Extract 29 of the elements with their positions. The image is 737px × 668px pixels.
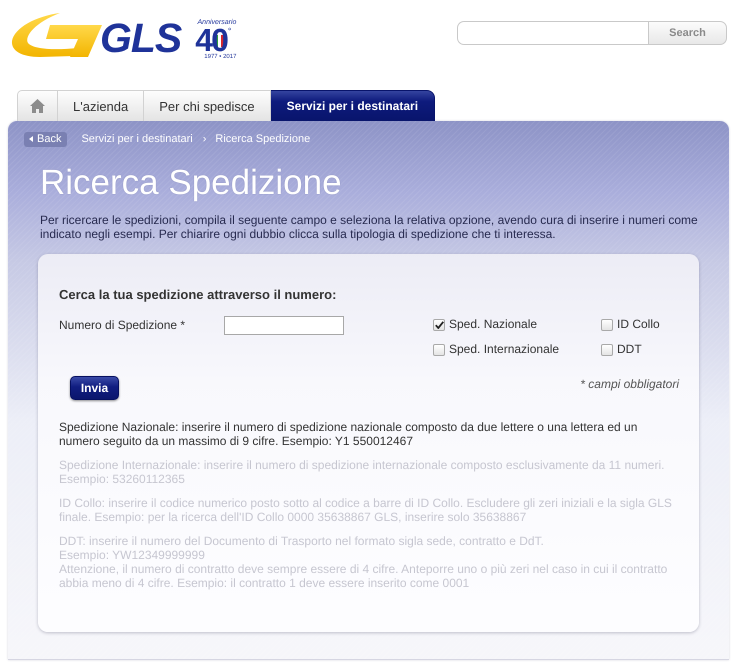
option-label[interactable]: ID Collo bbox=[617, 316, 660, 333]
required-note: * campi obbligatori bbox=[580, 377, 679, 391]
checkbox[interactable] bbox=[601, 318, 613, 330]
shipment-number-field[interactable] bbox=[224, 316, 344, 335]
option-label[interactable]: Sped. Internazionale bbox=[449, 341, 560, 358]
back-caret-icon bbox=[29, 136, 33, 142]
nav-tab[interactable]: L'azienda bbox=[58, 90, 144, 121]
anniversary-degree: ° bbox=[228, 27, 232, 36]
search-field[interactable] bbox=[457, 21, 648, 45]
option-label[interactable]: DDT bbox=[617, 341, 642, 358]
nav-tab[interactable]: Servizi per i destinatari bbox=[270, 90, 436, 121]
intro-text: Per ricercare le spedizioni, compila il seguente campo e seleziona la relativa opzione, avendo cura di inserire i numeri come indicato negli esempi. Per chiarire ogni dubbio clicca sulla tipologia di spedizione che ti interessa. bbox=[40, 213, 699, 241]
home-tab[interactable] bbox=[17, 90, 58, 121]
home-icon bbox=[30, 99, 45, 113]
anniversary-number: 40 bbox=[195, 27, 227, 54]
option-label[interactable]: Sped. Nazionale bbox=[449, 316, 538, 333]
help-text: Spedizione Nazionale: inserire il numero di spedizione nazionale composto da due lettere o una lettera ed un numero seguito da un massimo di 9 cifre. Esempio: Y1 550012467 bbox=[59, 420, 638, 448]
nav-tab[interactable]: Per chi spedisce bbox=[144, 90, 271, 121]
page-title: Ricerca Spedizione bbox=[40, 162, 343, 204]
field-label: Numero di Spedizione * bbox=[59, 317, 186, 334]
back-button[interactable]: Back bbox=[24, 132, 68, 146]
checkbox[interactable] bbox=[433, 318, 445, 330]
form-heading: Cerca la tua spedizione attraverso il numero: bbox=[59, 287, 338, 303]
logo-wordmark: GLS bbox=[100, 18, 182, 58]
logo-swoosh-icon bbox=[10, 12, 102, 58]
checkbox[interactable] bbox=[433, 344, 445, 356]
submit-button[interactable]: Invia bbox=[70, 376, 119, 400]
checkbox[interactable] bbox=[601, 344, 613, 356]
breadcrumb-separator: › bbox=[202, 133, 206, 145]
